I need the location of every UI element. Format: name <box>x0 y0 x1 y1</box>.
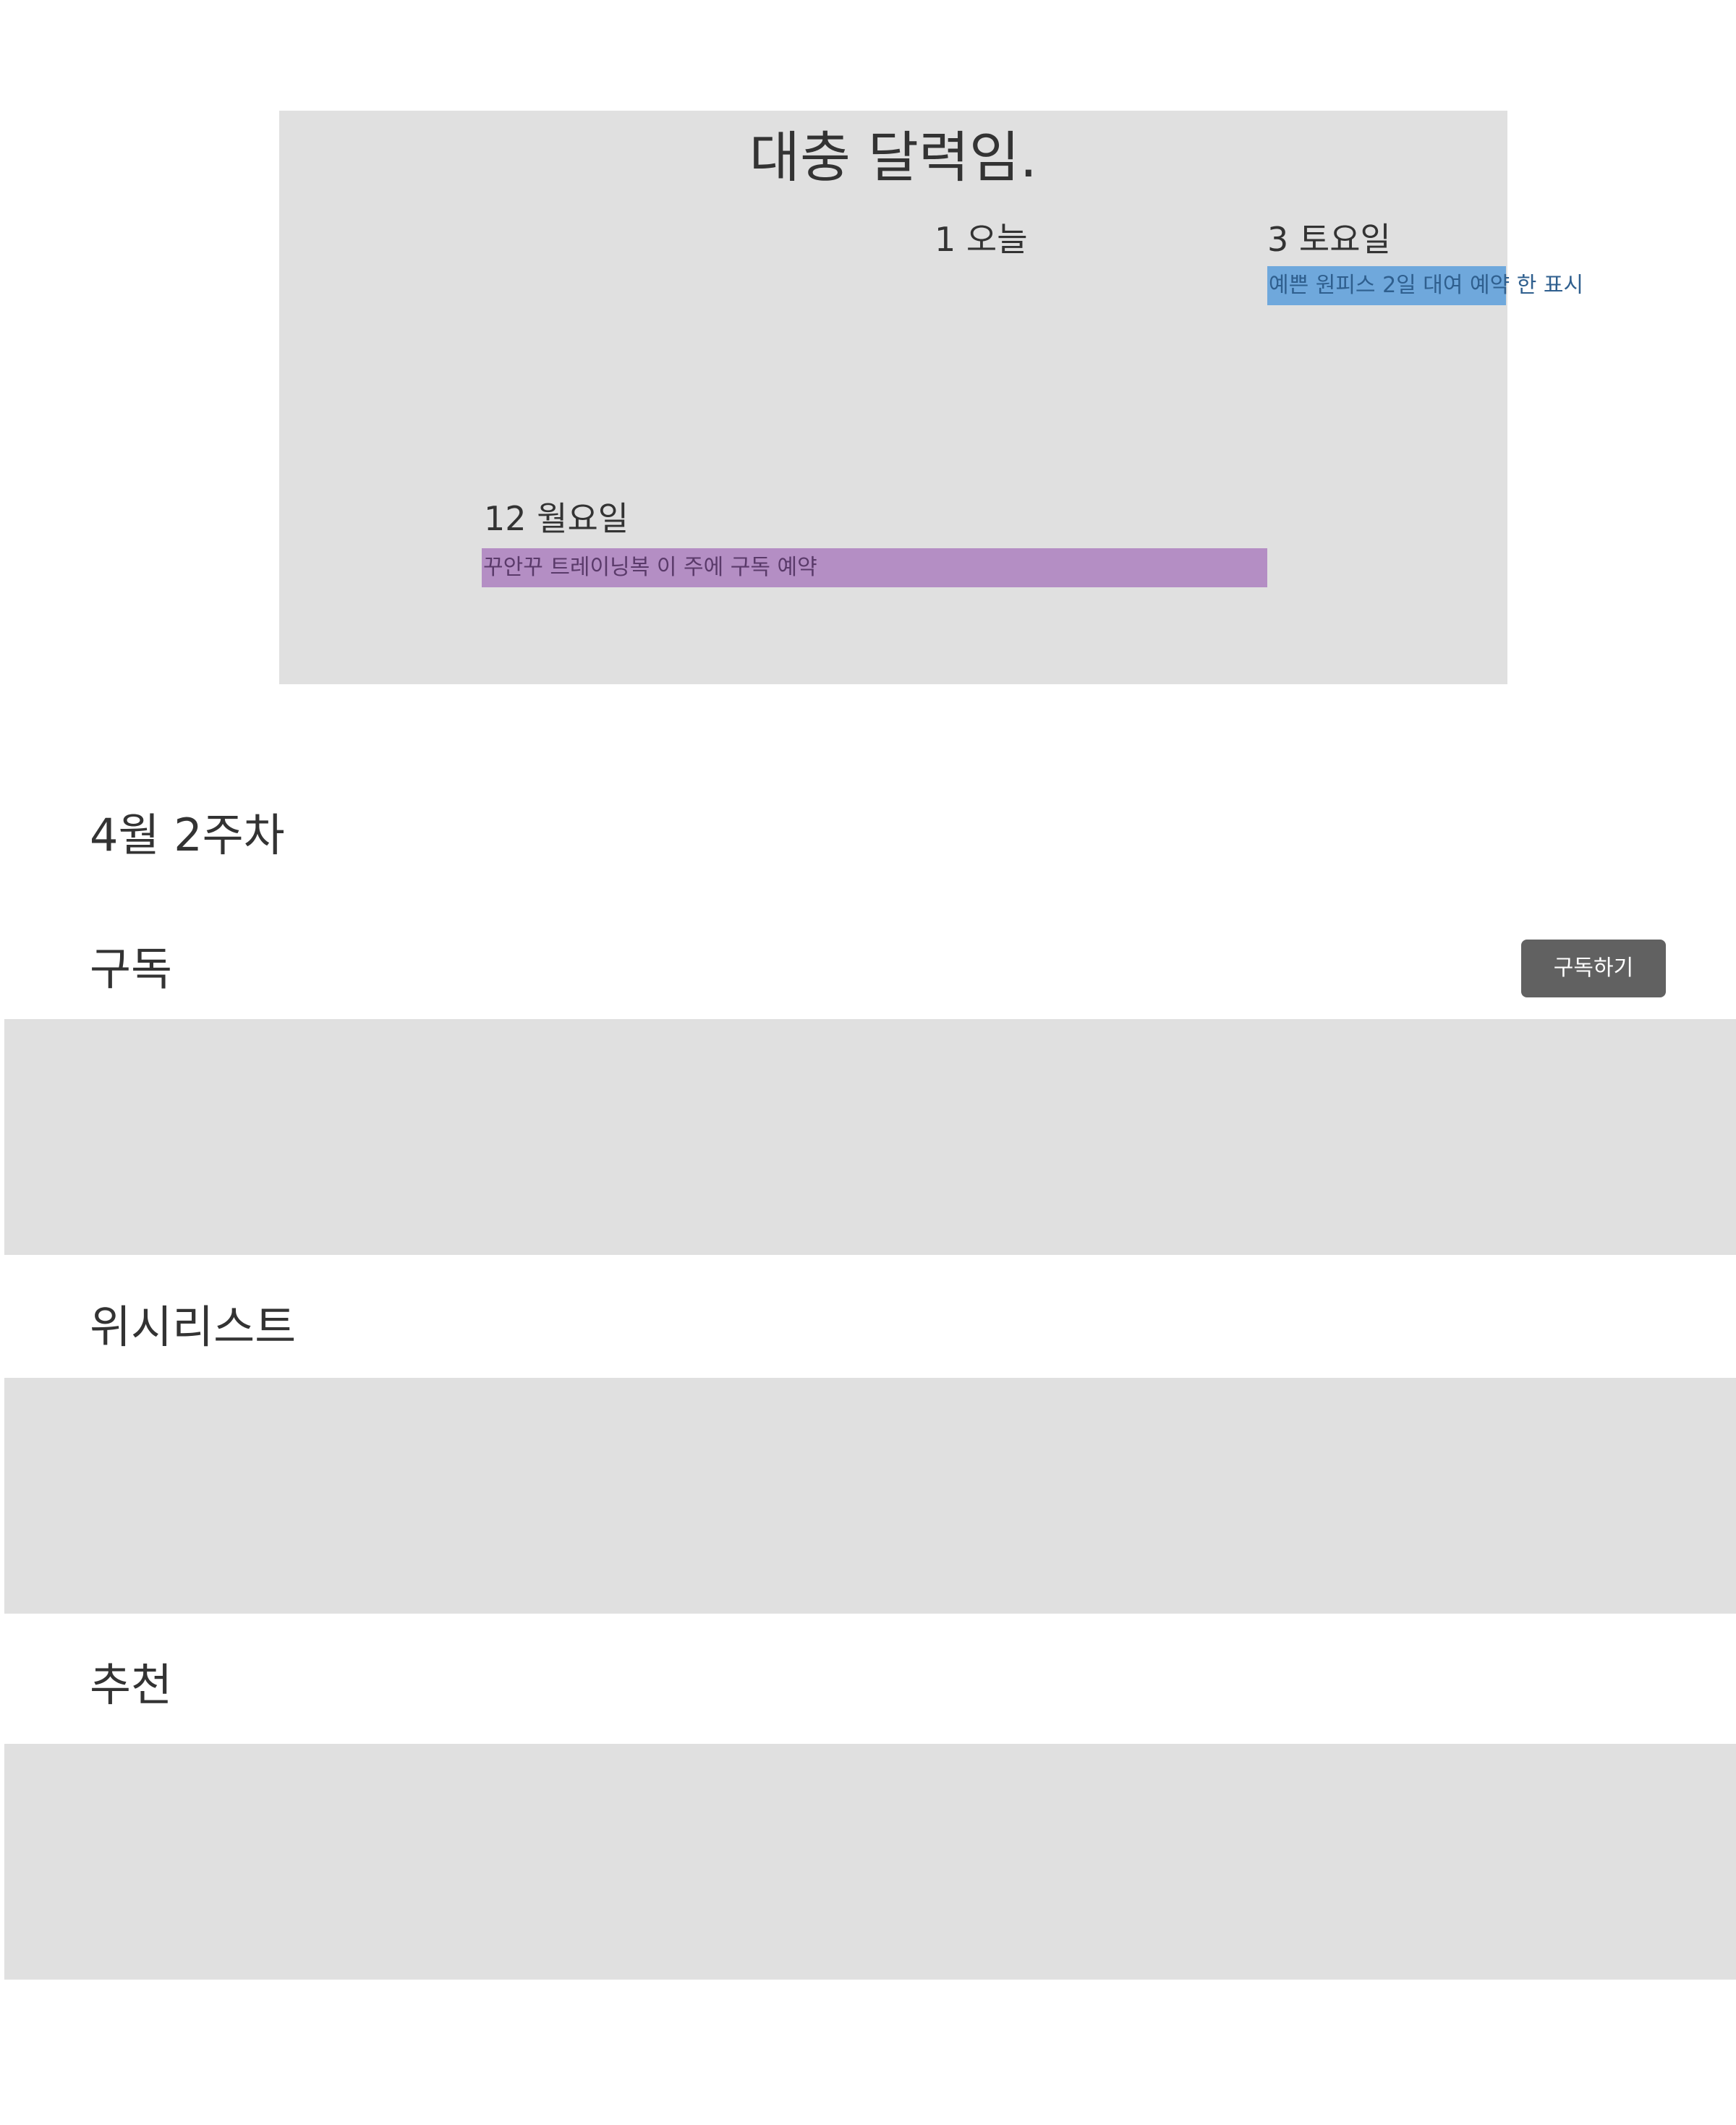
week-title: 4월 2주차 <box>90 809 285 861</box>
recommend-panel <box>4 1744 1736 1980</box>
calendar-title: 대충 달력임. <box>749 125 1037 189</box>
wishlist-panel <box>4 1378 1736 1614</box>
subscribe-button[interactable]: 구독하기 <box>1521 940 1666 997</box>
calendar-day-saturday[interactable]: 3 토요일 <box>1267 219 1391 260</box>
calendar-day-today[interactable]: 1 오늘 <box>935 219 1028 260</box>
calendar-day-monday[interactable]: 12 월요일 <box>484 498 629 539</box>
subscription-panel <box>4 1019 1736 1255</box>
page: 대충 달력임. 1 오늘 3 토요일 12 월요일 예쁜 원피스 2일 대여 예… <box>0 0 1736 2125</box>
wishlist-title: 위시리스트 <box>90 1300 297 1353</box>
recommend-title: 추천 <box>90 1658 173 1711</box>
calendar-event-rental-text: 예쁜 원피스 2일 대여 예약 한 표시 <box>1269 273 1584 298</box>
calendar-event-subscription-text: 꾸안꾸 트레이닝복 이 주에 구독 예약 <box>483 555 817 580</box>
calendar: 대충 달력임. 1 오늘 3 토요일 12 월요일 예쁜 원피스 2일 대여 예… <box>279 111 1583 684</box>
subscription-title: 구독 <box>90 942 173 995</box>
